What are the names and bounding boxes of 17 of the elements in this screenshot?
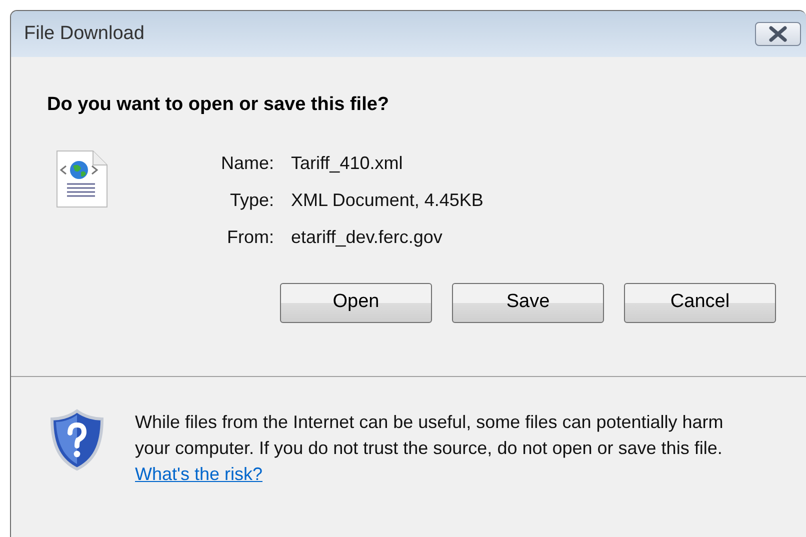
dialog-heading: Do you want to open or save this file? bbox=[47, 93, 390, 117]
dialog-button[interactable]: Save bbox=[452, 282, 604, 322]
shield-question-icon bbox=[49, 408, 105, 470]
field-label: From: bbox=[226, 226, 274, 248]
window-title: File Download bbox=[24, 22, 144, 46]
close-icon bbox=[768, 26, 788, 42]
close-button[interactable] bbox=[755, 22, 801, 46]
xml-document-icon bbox=[55, 150, 109, 208]
dialog-button[interactable]: Cancel bbox=[624, 282, 776, 322]
field-value: etariff_dev.ferc.gov bbox=[291, 226, 444, 249]
field-value: XML Document, 4.45KB bbox=[291, 188, 484, 212]
field-value: Tariff_410.xml bbox=[291, 152, 404, 174]
security-warning-text: While files from the Internet can be useful, some files can potentially harm your computer. If you do not trust the source, do not open or save this file. What's the risk? bbox=[135, 410, 724, 486]
field-label: Type: bbox=[228, 188, 274, 212]
dialog-button[interactable]: Open bbox=[280, 282, 432, 322]
risk-link[interactable]: What's the risk? bbox=[135, 464, 262, 484]
field-label: Name: bbox=[220, 152, 274, 174]
